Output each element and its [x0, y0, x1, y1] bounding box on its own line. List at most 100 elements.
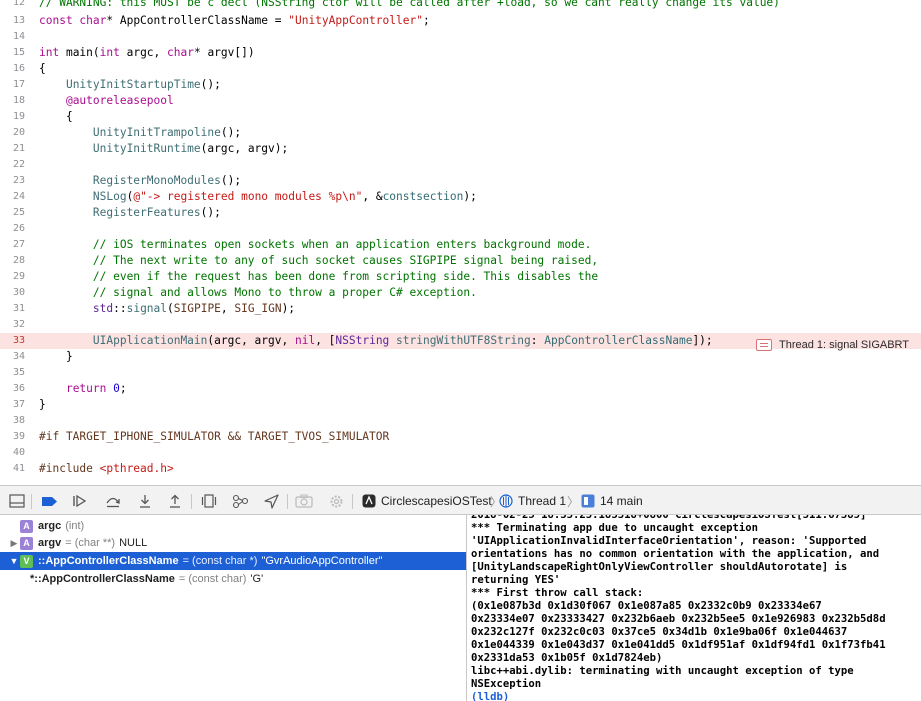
line-number[interactable]: 19	[0, 109, 25, 125]
variables-view[interactable]: Aargc (int) ▶ Aargv = (char **) NULL ▼ V::AppCo…	[0, 515, 467, 701]
code-token: constsection	[382, 190, 464, 203]
breadcrumb-thread[interactable]: Thread 1	[499, 493, 566, 509]
line-number[interactable]: 13	[0, 13, 25, 29]
line-number[interactable]: 36	[0, 381, 25, 397]
code-token: ]);	[692, 334, 713, 347]
code-token: int	[39, 46, 60, 59]
code-text: @autoreleasepool	[39, 93, 174, 109]
variable-row[interactable]: ▼ V::AppControllerClassName = (const char …	[0, 552, 466, 570]
step-over-icon[interactable]	[104, 492, 122, 510]
line-number[interactable]: 27	[0, 237, 25, 253]
line-number[interactable]: 40	[0, 445, 25, 461]
code-line[interactable]: 30 // signal and allows Mono to throw a …	[0, 285, 921, 301]
hide-debug-area-icon[interactable]	[8, 492, 26, 510]
line-number[interactable]: 18	[0, 93, 25, 109]
line-number[interactable]: 26	[0, 221, 25, 237]
line-number[interactable]: 25	[0, 205, 25, 221]
code-line[interactable]: 39 #if TARGET_IPHONE_SIMULATOR && TARGET_…	[0, 429, 921, 445]
code-line[interactable]: 25 RegisterFeatures();	[0, 205, 921, 221]
view-hierarchy-icon[interactable]	[200, 492, 218, 510]
gear-icon	[327, 492, 345, 510]
code-line[interactable]: 35	[0, 365, 921, 381]
console-output[interactable]: 2018-02-25 18:33:23.183318+0800 Circlesc…	[467, 515, 921, 701]
code-token: AppControllerClassName	[544, 334, 693, 347]
code-line[interactable]: 22	[0, 157, 921, 173]
line-number[interactable]: 30	[0, 285, 25, 301]
memory-graph-icon[interactable]	[231, 492, 249, 510]
variable-type: = (char **)	[65, 537, 116, 549]
line-number[interactable]: 12	[0, 0, 25, 11]
code-token: // WARNING: this MUST be c decl (NSStrin…	[39, 0, 780, 9]
breadcrumb-target[interactable]: CirclescapesiOSTest	[362, 493, 492, 509]
code-text: // iOS terminates open sockets when an a…	[39, 237, 591, 253]
code-token: (argc, argv,	[207, 334, 295, 347]
code-line[interactable]: 26	[0, 221, 921, 237]
code-line[interactable]: 21 UnityInitRuntime(argc, argv);	[0, 141, 921, 157]
line-number[interactable]: 15	[0, 45, 25, 61]
variable-row[interactable]: *::AppControllerClassName = (const char) '…	[0, 570, 466, 588]
code-line[interactable]: 18 @autoreleasepool	[0, 93, 921, 109]
code-line[interactable]: 12 // WARNING: this MUST be c decl (NSStr…	[0, 0, 921, 11]
variable-type: (int)	[65, 520, 85, 532]
line-number[interactable]: 39	[0, 429, 25, 445]
line-number[interactable]: 20	[0, 125, 25, 141]
step-into-icon[interactable]	[136, 492, 154, 510]
line-number[interactable]: 41	[0, 461, 25, 477]
line-number[interactable]: 37	[0, 397, 25, 413]
line-number[interactable]: 23	[0, 173, 25, 189]
disclosure-triangle-icon[interactable]: ▼	[8, 556, 20, 566]
line-number[interactable]: 38	[0, 413, 25, 429]
line-number[interactable]: 31	[0, 301, 25, 317]
source-editor[interactable]: 12 // WARNING: this MUST be c decl (NSStr…	[0, 0, 921, 485]
code-line[interactable]: 31 std::signal(SIGPIPE, SIG_IGN);	[0, 301, 921, 317]
code-line[interactable]: 16 {	[0, 61, 921, 77]
code-line[interactable]: 36 return 0;	[0, 381, 921, 397]
error-annotation[interactable]: Thread 1: signal SIGABRT	[756, 337, 909, 353]
variable-row[interactable]: ▶ Aargv = (char **) NULL	[0, 534, 466, 552]
code-line[interactable]: 24 NSLog(@"-> registered mono modules %p…	[0, 189, 921, 205]
line-number[interactable]: 32	[0, 317, 25, 333]
line-number[interactable]: 33	[0, 333, 25, 349]
line-number[interactable]: 28	[0, 253, 25, 269]
variable-row[interactable]: Aargc (int)	[0, 517, 466, 535]
disclosure-triangle-icon[interactable]: ▶	[8, 538, 20, 549]
line-number[interactable]: 29	[0, 269, 25, 285]
breakpoints-toggle-icon[interactable]	[40, 492, 58, 510]
code-line[interactable]: 28 // The next write to any of such sock…	[0, 253, 921, 269]
line-number[interactable]: 21	[0, 141, 25, 157]
code-line[interactable]: 37}	[0, 397, 921, 413]
code-line[interactable]: 40	[0, 445, 921, 461]
code-line[interactable]: 32	[0, 317, 921, 333]
line-number[interactable]: 24	[0, 189, 25, 205]
line-number[interactable]: 14	[0, 29, 25, 45]
code-text: #include <pthread.h>	[39, 461, 174, 477]
code-token: ;	[119, 382, 127, 395]
variable-value: NULL	[119, 537, 148, 549]
breadcrumb-frame[interactable]: 14 main	[581, 493, 643, 509]
code-token: * AppControllerClassName =	[106, 14, 289, 27]
simulate-location-icon[interactable]	[262, 492, 280, 510]
code-token: @"-> registered mono modules %p\n"	[133, 190, 363, 203]
code-line[interactable]: 20 UnityInitTrampoline();	[0, 125, 921, 141]
line-number[interactable]: 35	[0, 365, 25, 381]
code-line[interactable]: 23 RegisterMonoModules();	[0, 173, 921, 189]
code-line[interactable]: 38	[0, 413, 921, 429]
code-line[interactable]: 13 const char* AppControllerClassName = "…	[0, 13, 921, 29]
line-number[interactable]: 22	[0, 157, 25, 173]
code-line[interactable]: 29 // even if the request has been done …	[0, 269, 921, 285]
continue-icon[interactable]	[71, 492, 89, 510]
line-number[interactable]: 16	[0, 61, 25, 77]
code-line[interactable]: 14	[0, 29, 921, 45]
code-line[interactable]: 15 int main(int argc, char* argv[])	[0, 45, 921, 61]
code-line[interactable]: 41 #include <pthread.h>	[0, 461, 921, 477]
lldb-prompt[interactable]: (lldb)	[471, 691, 509, 701]
code-text: // signal and allows Mono to throw a pro…	[39, 285, 477, 301]
line-number[interactable]: 34	[0, 349, 25, 365]
code-line[interactable]: 27 // iOS terminates open sockets when a…	[0, 237, 921, 253]
code-line[interactable]: 19 {	[0, 109, 921, 125]
code-line[interactable]: 17 UnityInitStartupTime();	[0, 77, 921, 93]
step-out-icon[interactable]	[166, 492, 184, 510]
line-number[interactable]: 17	[0, 77, 25, 93]
